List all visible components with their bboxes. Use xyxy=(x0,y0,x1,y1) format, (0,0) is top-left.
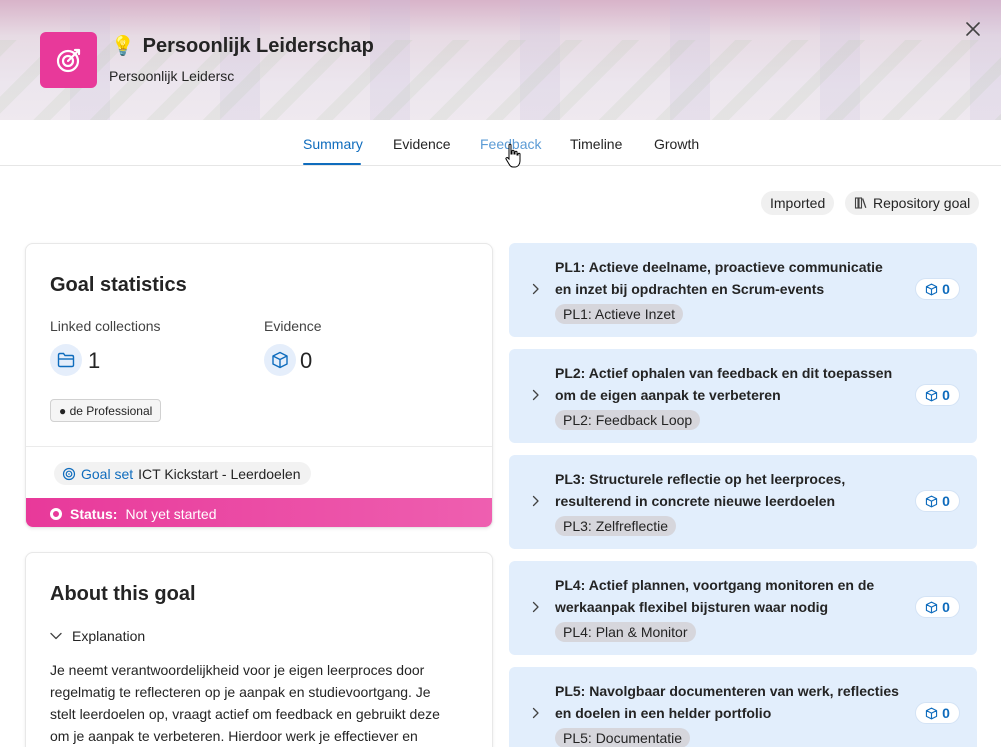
about-goal-card: About this goal Explanation Je neemt ver… xyxy=(25,552,493,747)
pl-item-tag: PL3: Zelfreflectie xyxy=(555,516,677,536)
close-icon xyxy=(966,22,980,36)
evidence-count-badge: 0 xyxy=(915,702,960,724)
tab-bar: Summary Evidence Feedback Timeline Growt… xyxy=(0,120,1001,166)
about-goal-heading: About this goal xyxy=(50,583,196,605)
pl-item[interactable]: PL4: Actief plannen, voortgang monitoren… xyxy=(509,561,977,655)
divider xyxy=(26,446,492,447)
goal-set-name: ICT Kickstart - Leerdoelen xyxy=(138,465,301,482)
pl-item-tag: PL2: Feedback Loop xyxy=(555,410,701,430)
goal-title-row: 💡 Persoonlijk Leiderschap xyxy=(111,34,374,58)
repository-goal-tag: Repository goal xyxy=(845,191,980,215)
evidence-count: 0 xyxy=(942,281,950,297)
pl-item[interactable]: PL2: Actief ophalen van feedback en dit … xyxy=(509,349,977,443)
evidence-count: 0 xyxy=(942,705,950,721)
chevron-right-icon xyxy=(532,389,539,401)
cube-icon xyxy=(925,389,938,401)
pl-item-title: PL5: Navolgbaar documenteren van werk, r… xyxy=(555,683,899,721)
pl-item-title: PL2: Actief ophalen van feedback en dit … xyxy=(555,365,893,403)
evidence-label: Evidence xyxy=(264,318,322,334)
repository-goal-label: Repository goal xyxy=(873,195,971,211)
cube-icon xyxy=(925,707,938,719)
pl-item[interactable]: PL5: Navolgbaar documenteren van werk, r… xyxy=(509,667,977,747)
cube-icon xyxy=(925,495,938,507)
goal-statistics-card: Goal statistics Linked collections 1 Evi… xyxy=(25,243,493,528)
folder-icon xyxy=(50,344,82,376)
status-icon xyxy=(50,507,62,520)
library-icon xyxy=(854,197,867,209)
goal-subtitle: Persoonlijk Leidersc xyxy=(109,68,235,84)
cube-icon xyxy=(925,601,938,613)
lightbulb-icon: 💡 xyxy=(111,36,135,57)
tab-growth[interactable]: Growth xyxy=(654,136,699,152)
tab-evidence[interactable]: Evidence xyxy=(393,136,451,152)
linked-collections-value: 1 xyxy=(88,348,101,373)
status-label: Status: xyxy=(70,505,118,522)
pl-item-title: PL1: Actieve deelname, proactieve commun… xyxy=(555,259,883,297)
goal-set-chip[interactable]: Goal set ICT Kickstart - Leerdoelen xyxy=(54,462,311,485)
status-bar: Status: Not yet started xyxy=(26,498,492,527)
target-icon xyxy=(62,467,76,480)
goal-title: Persoonlijk Leiderschap xyxy=(142,34,374,57)
pl-item-tag: PL4: Plan & Monitor xyxy=(555,622,696,642)
evidence-value: 0 xyxy=(300,348,313,373)
professional-badge: ● de Professional xyxy=(50,399,162,422)
chevron-down-icon xyxy=(50,632,62,640)
chevron-right-icon xyxy=(532,601,539,613)
pl-item-title: PL3: Structurele reflectie op het leerpr… xyxy=(555,471,846,509)
pl-item-tag: PL5: Documentatie xyxy=(555,728,691,747)
goal-target-icon xyxy=(40,32,97,88)
evidence-count-badge: 0 xyxy=(915,384,960,406)
evidence-count-badge: 0 xyxy=(915,278,960,300)
evidence-count: 0 xyxy=(942,599,950,615)
chevron-right-icon xyxy=(532,707,539,719)
hand-pointer-cursor-icon xyxy=(505,143,521,168)
chevron-right-icon xyxy=(532,495,539,507)
evidence-count-badge: 0 xyxy=(915,596,960,618)
pl-item-tag: PL1: Actieve Inzet xyxy=(555,304,684,324)
explanation-toggle[interactable]: Explanation xyxy=(50,628,145,644)
pl-item[interactable]: PL1: Actieve deelname, proactieve commun… xyxy=(509,243,977,337)
evidence-count: 0 xyxy=(942,387,950,403)
evidence-count-badge: 0 xyxy=(915,490,960,512)
goal-detail-dialog: 💡 Persoonlijk Leiderschap Persoonlijk Le… xyxy=(0,0,1001,747)
goal-header-banner: 💡 Persoonlijk Leiderschap Persoonlijk Le… xyxy=(0,0,1001,120)
status-value: Not yet started xyxy=(125,505,217,522)
tab-timeline[interactable]: Timeline xyxy=(570,136,622,152)
chevron-right-icon xyxy=(532,283,539,295)
explanation-label: Explanation xyxy=(72,628,146,644)
imported-tag: Imported xyxy=(761,191,835,215)
active-tab-indicator xyxy=(303,163,361,165)
goal-statistics-heading: Goal statistics xyxy=(50,274,187,296)
cube-icon xyxy=(925,283,938,295)
goal-set-link[interactable]: Goal set xyxy=(81,466,133,482)
linked-collections-label: Linked collections xyxy=(50,318,161,334)
pl-item[interactable]: PL3: Structurele reflectie op het leerpr… xyxy=(509,455,977,549)
tab-summary[interactable]: Summary xyxy=(303,136,363,152)
cube-icon xyxy=(264,344,296,376)
evidence-count: 0 xyxy=(942,493,950,509)
pl-item-title: PL4: Actief plannen, voortgang monitoren… xyxy=(555,577,875,615)
imported-tag-label: Imported xyxy=(770,195,826,211)
close-button[interactable] xyxy=(962,18,984,40)
explanation-text: Je neemt verantwoordelijkheid voor je ei… xyxy=(50,662,440,744)
